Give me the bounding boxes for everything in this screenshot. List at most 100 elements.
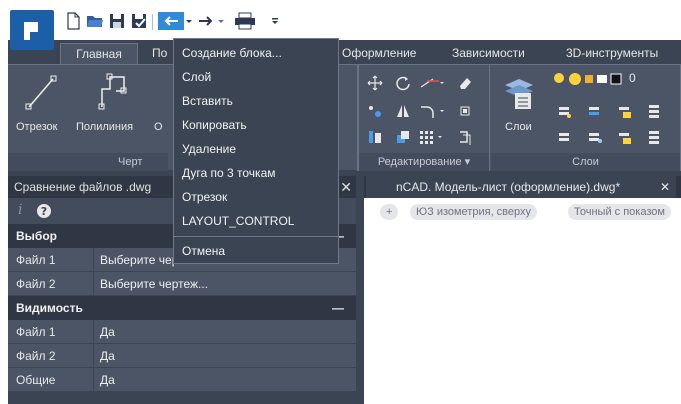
line-label: Отрезок (16, 121, 58, 133)
section-title: Выбор (16, 229, 57, 243)
stretch-icon[interactable] (367, 129, 383, 145)
toolbar-separator (152, 14, 153, 30)
property-key: Файл 1 (8, 248, 94, 272)
property-key: Общие (8, 368, 94, 392)
tab-insert[interactable]: По (144, 43, 175, 64)
explode-icon[interactable] (457, 103, 473, 119)
property-key: Файл 2 (8, 272, 94, 296)
draw-group-title: Черт (8, 153, 168, 171)
layer-freeze-icon[interactable] (587, 129, 603, 145)
quick-access-toolbar (8, 8, 681, 50)
array-icon[interactable] (419, 129, 445, 145)
document-tab-bar: nCAD. Модель-лист (оформление).dwg* ✕ (364, 176, 681, 198)
property-value[interactable]: Да (100, 344, 115, 368)
erase-icon[interactable] (457, 75, 473, 91)
layers-group-title: Слои (491, 153, 680, 171)
customize-icon[interactable] (270, 12, 280, 30)
layer-unlock-icon[interactable] (617, 129, 633, 145)
visual-style-control[interactable]: Точный с показом (568, 204, 671, 220)
property-value[interactable]: Да (100, 320, 115, 344)
layer-properties-icon[interactable] (557, 103, 573, 119)
menu-separator (174, 236, 338, 237)
menu-item[interactable]: Создание блока... (174, 41, 338, 65)
tab-3d-tools[interactable]: 3D-инструменты (558, 43, 666, 64)
fillet-icon[interactable] (419, 103, 445, 119)
save-as-icon[interactable] (130, 12, 148, 30)
layer-dropdown[interactable]: 0 (553, 71, 673, 89)
help-icon[interactable]: ? (36, 203, 52, 219)
property-key: Файл 2 (8, 344, 94, 368)
rotate-icon[interactable] (395, 75, 411, 91)
polyline-button[interactable]: Полилиния (76, 69, 146, 133)
view-orientation-control[interactable]: ЮЗ изометрия, сверху (410, 204, 538, 220)
layers-label: Слои (505, 121, 532, 133)
close-icon[interactable]: ✕ (340, 176, 352, 198)
redo-icon[interactable] (196, 12, 216, 30)
close-icon[interactable]: ✕ (660, 176, 670, 198)
section-title: Видимость (16, 301, 83, 315)
line-icon (25, 75, 57, 110)
menu-item[interactable]: Удаление (174, 137, 338, 161)
trim-icon[interactable] (419, 75, 445, 91)
offset-icon[interactable] (457, 129, 473, 145)
edit-group: Редактирование ▾ (358, 65, 490, 171)
document-tab-title: nCAD. Модель-лист (оформление).dwg* (396, 180, 621, 194)
menu-item[interactable]: Отрезок (174, 185, 338, 209)
ribbon-tab-bar: Главная По Оформление Зависимости 3D-инс… (8, 40, 681, 64)
viewport-add-button[interactable]: + (380, 204, 399, 220)
layers-icon (505, 79, 533, 109)
property-row: Общие Да (8, 368, 356, 392)
new-file-icon[interactable] (64, 12, 82, 30)
dropdown-arrow-icon[interactable] (184, 12, 194, 30)
property-row: Файл 1 Да (8, 320, 356, 344)
panel-title-text: Сравнение файлов .dwg (14, 180, 152, 194)
undo-icon[interactable] (158, 12, 184, 30)
layers-group: Слои 0 Слои (491, 65, 681, 171)
polyline-label: Полилиния (76, 121, 134, 133)
layers-button[interactable]: Слои (499, 69, 539, 133)
layer-state-icon (554, 73, 622, 85)
property-value[interactable]: Выберите чертеж... (100, 272, 208, 296)
undo-dropdown-menu: Создание блока... Слой Вставить Копирова… (173, 38, 339, 264)
polyline-icon (98, 73, 127, 110)
circle-label: О (154, 121, 163, 133)
drawing-canvas[interactable]: + ЮЗ изометрия, сверху Точный с показом (364, 198, 681, 404)
line-button[interactable]: Отрезок (16, 69, 66, 133)
save-icon[interactable] (108, 12, 126, 30)
scale-icon[interactable] (395, 129, 411, 145)
edit-group-label: Редактирование (377, 156, 462, 168)
layer-lock-icon[interactable] (617, 103, 633, 119)
print-icon[interactable] (234, 12, 256, 30)
property-value[interactable]: Да (100, 368, 115, 392)
menu-item[interactable]: Дуга по 3 точкам (174, 161, 338, 185)
property-key: Файл 1 (8, 320, 94, 344)
app-logo[interactable] (10, 10, 54, 50)
info-icon[interactable]: i (18, 202, 22, 218)
move-icon[interactable] (367, 75, 383, 91)
menu-item[interactable]: Вставить (174, 89, 338, 113)
collapse-icon[interactable]: — (332, 296, 344, 320)
document-tab[interactable]: nCAD. Модель-лист (оформление).dwg* ✕ (366, 176, 676, 198)
ribbon-panel: Отрезок Полилиния О Черт Редактирование … (8, 64, 681, 171)
layer-off-icon[interactable] (557, 129, 573, 145)
menu-item[interactable]: Слой (174, 65, 338, 89)
layer-isolate-icon[interactable] (587, 103, 603, 119)
section-visibility[interactable]: Видимость — (8, 296, 356, 320)
app-window: Главная По Оформление Зависимости 3D-инс… (8, 8, 681, 404)
open-folder-icon[interactable] (86, 12, 104, 30)
tab-annotate[interactable]: Оформление (334, 43, 424, 64)
edit-group-title[interactable]: Редактирование ▾ (359, 153, 489, 171)
menu-item[interactable]: Копировать (174, 113, 338, 137)
mirror-icon[interactable] (395, 103, 411, 119)
layer-walk-icon[interactable] (647, 129, 663, 145)
layer-match-icon[interactable] (647, 103, 663, 119)
tab-constraints[interactable]: Зависимости (444, 43, 533, 64)
dropdown-arrow-icon[interactable] (216, 12, 226, 30)
layer-value: 0 (629, 71, 636, 85)
menu-cancel-item[interactable]: Отмена (174, 239, 338, 263)
tab-home[interactable]: Главная (60, 43, 138, 64)
menu-item[interactable]: LAYOUT_CONTROL (174, 209, 338, 233)
property-row: Файл 2 Да (8, 344, 356, 368)
property-row: Файл 2 Выберите чертеж... (8, 272, 356, 296)
copy-icon[interactable] (367, 103, 383, 119)
